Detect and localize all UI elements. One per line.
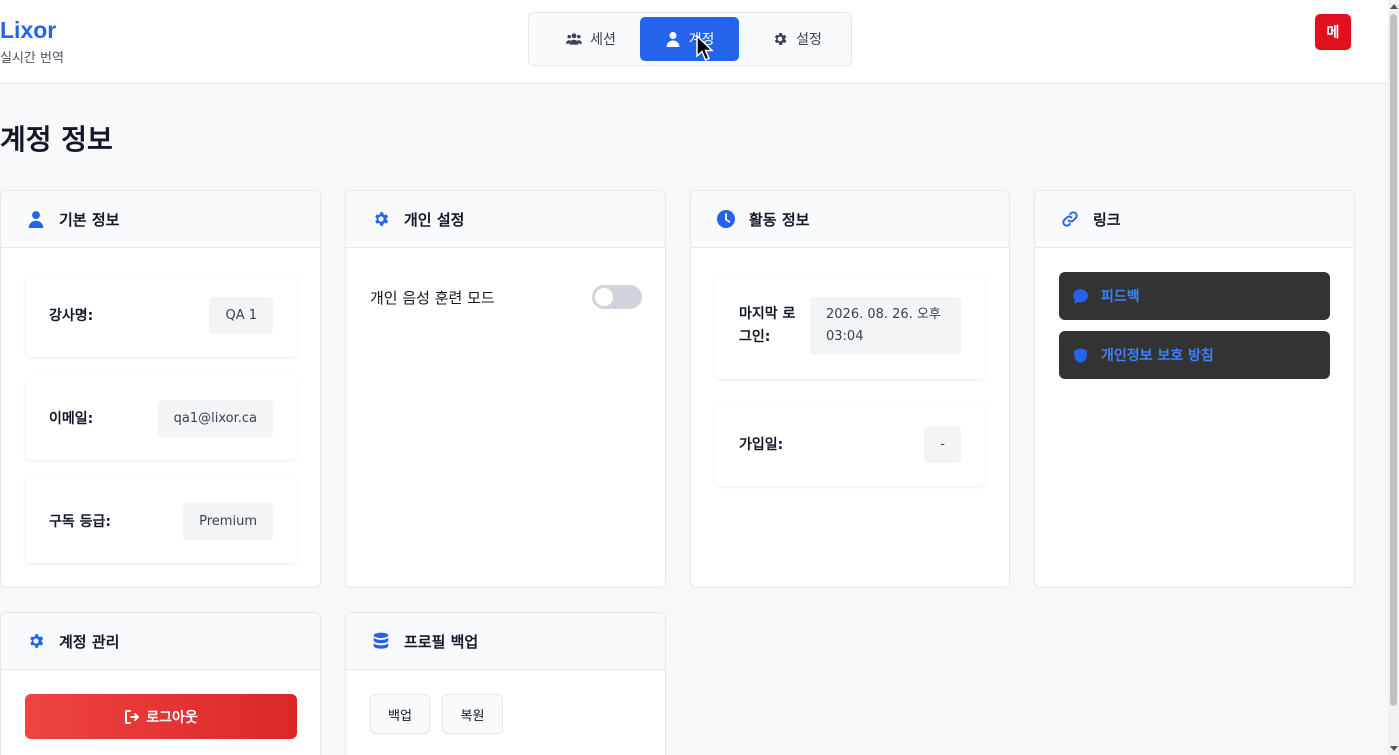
chat-bubble-icon — [1073, 288, 1088, 304]
restore-button[interactable]: 복원 — [442, 694, 503, 734]
profile-backup-header: 프로필 백업 — [346, 613, 665, 670]
main-nav: 세션 계정 설정 — [528, 12, 852, 66]
scroll-up-arrow-icon[interactable] — [1390, 4, 1398, 9]
link-icon — [1062, 211, 1078, 227]
tab-sessions-label: 세션 — [590, 32, 616, 48]
brand-subtitle: 실시간 번역 — [0, 51, 64, 66]
logout-button[interactable]: 로그아웃 — [25, 694, 297, 739]
joined-row: 가입일: - — [715, 402, 985, 486]
subscription-label: 구독 등급: — [49, 514, 111, 530]
last-login-label-line2: 그인: — [739, 329, 771, 345]
scroll-down-arrow-icon[interactable] — [1390, 746, 1398, 751]
joined-label: 가입일: — [739, 437, 784, 453]
links-card: 링크 피드백 개인정보 보호 방침 — [1034, 190, 1355, 588]
users-icon — [566, 33, 583, 45]
user-icon — [666, 32, 680, 47]
basic-info-header: 기본 정보 — [1, 191, 320, 248]
last-login-row: 마지막 로 그인: 2026. 08. 26. 오후 03:04 — [715, 273, 985, 379]
account-management-card: 계정 관리 로그아웃 — [0, 612, 321, 755]
gear-icon — [375, 212, 389, 226]
links-title: 링크 — [1093, 210, 1121, 229]
links-header: 링크 — [1035, 191, 1354, 248]
page-title: 계정 정보 — [0, 123, 113, 156]
gear-icon — [30, 634, 44, 648]
subscription-row: 구독 등급: Premium — [25, 479, 297, 563]
brand-name[interactable]: Lixor — [0, 16, 64, 44]
app-header: Lixor 실시간 번역 세션 계정 설정 메 — [0, 0, 1388, 84]
instructor-name-row: 강사명: QA 1 — [25, 273, 297, 357]
tab-settings[interactable]: 설정 — [757, 17, 837, 61]
sign-out-icon — [125, 709, 140, 724]
instructor-name-label: 강사명: — [49, 308, 94, 324]
joined-value: - — [924, 425, 961, 463]
voice-training-label: 개인 음성 훈련 모드 — [370, 289, 495, 307]
last-login-value: 2026. 08. 26. 오후 03:04 — [810, 297, 961, 355]
basic-info-title: 기본 정보 — [59, 210, 120, 229]
activity-title: 활동 정보 — [749, 210, 810, 229]
last-login-label-line1: 마지막 로 — [739, 306, 796, 322]
last-login-label: 마지막 로 그인: — [739, 303, 795, 349]
last-login-value-line2: 03:04 — [826, 329, 864, 344]
last-login-value-line1: 2026. 08. 26. 오후 — [826, 307, 941, 322]
backup-button[interactable]: 백업 — [370, 694, 430, 734]
privacy-policy-link[interactable]: 개인정보 보호 방침 — [1059, 331, 1330, 379]
brand: Lixor 실시간 번역 — [0, 16, 64, 66]
personal-settings-title: 개인 설정 — [404, 210, 465, 229]
personal-settings-card: 개인 설정 개인 음성 훈련 모드 — [345, 190, 666, 588]
toggle-knob — [595, 288, 613, 306]
activity-header: 활동 정보 — [691, 191, 1009, 248]
email-row: 이메일: qa1@lixor.ca — [25, 376, 297, 460]
tab-settings-label: 설정 — [796, 32, 822, 48]
feedback-link-label: 피드백 — [1101, 289, 1140, 305]
tab-sessions[interactable]: 세션 — [543, 17, 639, 61]
vertical-scrollbar[interactable] — [1388, 0, 1399, 755]
subscription-value: Premium — [183, 502, 273, 540]
email-label: 이메일: — [49, 411, 94, 427]
email-value: qa1@lixor.ca — [157, 399, 273, 437]
clock-icon — [717, 210, 735, 228]
privacy-policy-link-label: 개인정보 보호 방침 — [1101, 348, 1214, 364]
user-icon — [28, 211, 44, 228]
account-management-header: 계정 관리 — [1, 613, 320, 670]
logout-button-label: 로그아웃 — [146, 709, 198, 726]
shield-icon — [1074, 347, 1087, 363]
account-management-title: 계정 관리 — [59, 632, 120, 651]
gear-icon — [774, 33, 787, 45]
basic-info-card: 기본 정보 강사명: QA 1 이메일: qa1@lixor.ca 구독 등급:… — [0, 190, 321, 588]
database-icon — [373, 632, 389, 649]
tab-account[interactable]: 계정 — [640, 17, 739, 61]
feedback-link[interactable]: 피드백 — [1059, 272, 1330, 320]
activity-card: 활동 정보 마지막 로 그인: 2026. 08. 26. 오후 03:04 가… — [690, 190, 1010, 588]
instructor-name-value: QA 1 — [209, 296, 273, 334]
scroll-thumb[interactable] — [1390, 14, 1397, 706]
voice-training-toggle[interactable] — [592, 285, 642, 309]
personal-settings-header: 개인 설정 — [346, 191, 665, 248]
profile-backup-card: 프로필 백업 백업 복원 — [345, 612, 666, 755]
menu-button[interactable]: 메 — [1315, 14, 1351, 50]
profile-backup-title: 프로필 백업 — [404, 632, 479, 651]
tab-account-label: 계정 — [688, 32, 715, 48]
